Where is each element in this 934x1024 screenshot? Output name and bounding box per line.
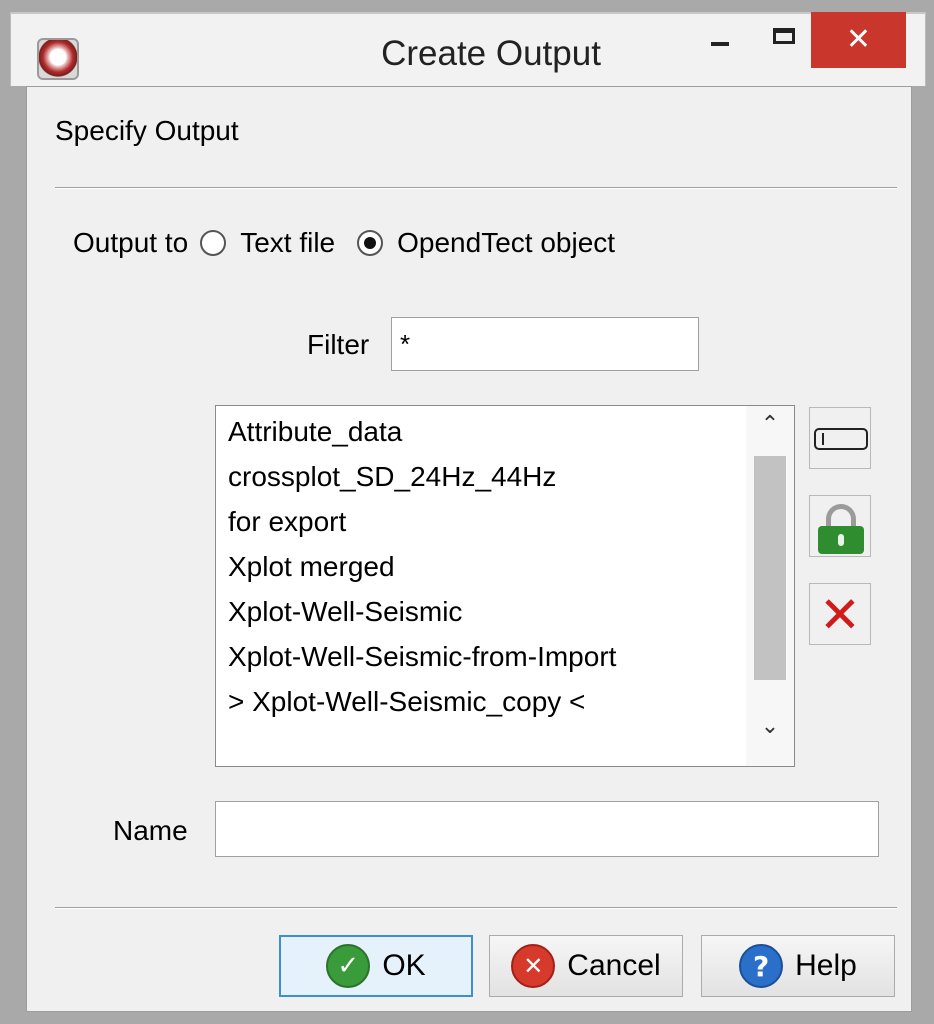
scroll-thumb[interactable] xyxy=(754,456,786,680)
cancel-icon: ✕ xyxy=(511,944,556,988)
cancel-button[interactable]: ✕ Cancel xyxy=(489,935,683,997)
ok-button[interactable]: ✓ OK xyxy=(279,935,473,997)
help-button-label: Help xyxy=(795,949,857,982)
scroll-down-icon[interactable]: ⌄ xyxy=(746,714,794,758)
lock-body xyxy=(818,526,864,554)
scroll-up-icon[interactable]: ⌃ xyxy=(746,412,794,456)
maximize-button[interactable] xyxy=(757,14,817,64)
section-label: Specify Output xyxy=(55,115,239,146)
rename-icon xyxy=(814,428,868,450)
list-item[interactable]: > Xplot-Well-Seismic_copy < xyxy=(228,686,585,718)
filter-label: Filter xyxy=(307,329,370,360)
list-item[interactable]: for export xyxy=(228,506,346,538)
title-bar[interactable]: Create Output ✕ xyxy=(10,12,926,86)
list-item[interactable]: crossplot_SD_24Hz_44Hz xyxy=(228,461,556,493)
output-to-label: Output to xyxy=(73,227,189,258)
maximize-icon xyxy=(773,28,795,44)
ok-button-label: OK xyxy=(382,949,426,982)
help-button[interactable]: ? Help xyxy=(701,935,895,997)
cancel-button-label: Cancel xyxy=(567,949,661,982)
radio-opendtect-object[interactable] xyxy=(357,230,384,256)
minimize-button[interactable] xyxy=(689,14,749,64)
filter-input[interactable] xyxy=(391,317,699,371)
lock-button[interactable] xyxy=(809,495,871,557)
radio-text-file[interactable] xyxy=(200,230,227,256)
name-label: Name xyxy=(113,815,188,846)
close-button[interactable]: ✕ xyxy=(811,12,906,68)
window: Create Output ✕ Specify Output Output to… xyxy=(0,0,934,1024)
separator xyxy=(55,907,897,909)
list-item[interactable]: Xplot-Well-Seismic-from-Import xyxy=(228,641,616,673)
dialog-body: Specify Output Output to Text file Opend… xyxy=(26,86,912,1012)
window-title: Create Output xyxy=(381,34,601,73)
app-icon[interactable] xyxy=(37,38,79,80)
close-icon: ✕ xyxy=(845,22,872,57)
radio-text-file-label[interactable]: Text file xyxy=(240,227,335,259)
list-item[interactable]: Xplot-Well-Seismic xyxy=(228,596,462,628)
output-to-row: Output to Text file OpendTect object xyxy=(73,227,625,259)
radio-opendtect-object-label[interactable]: OpendTect object xyxy=(397,227,615,259)
checkmark-icon: ✓ xyxy=(326,944,371,988)
delete-icon: ✕ xyxy=(819,586,861,644)
delete-button[interactable]: ✕ xyxy=(809,583,871,645)
list-item[interactable]: Xplot merged xyxy=(228,551,395,583)
object-list[interactable]: Attribute_data crossplot_SD_24Hz_44Hz fo… xyxy=(215,405,795,767)
list-item[interactable]: Attribute_data xyxy=(228,416,402,448)
list-scrollbar[interactable]: ⌃ ⌄ xyxy=(746,406,794,766)
minimize-icon xyxy=(711,42,729,46)
rename-button[interactable] xyxy=(809,407,871,469)
name-input[interactable] xyxy=(215,801,879,857)
help-icon: ? xyxy=(739,944,784,988)
separator xyxy=(55,187,897,189)
